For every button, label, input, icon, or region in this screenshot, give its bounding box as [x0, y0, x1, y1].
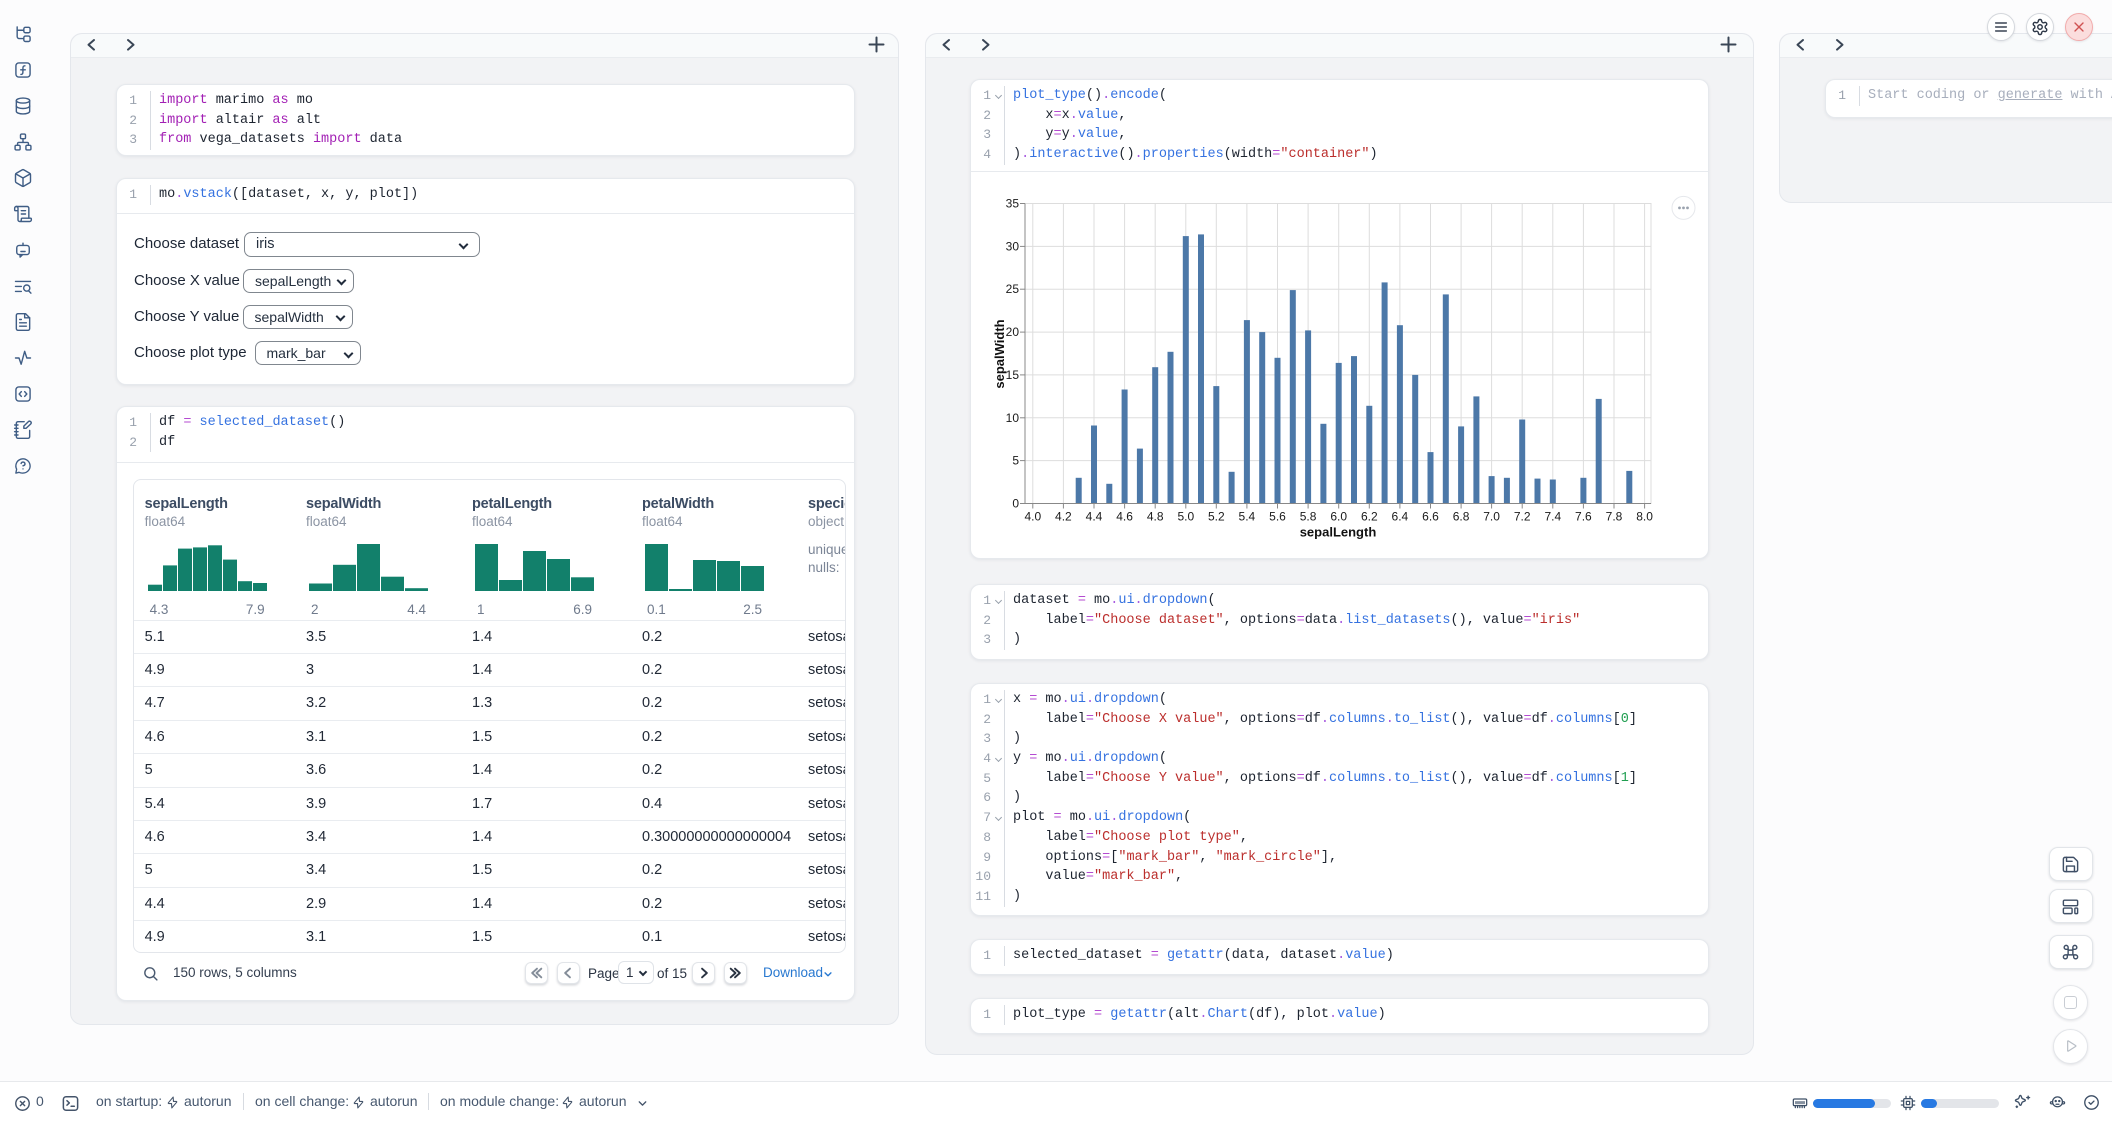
svg-text:7.4: 7.4	[1544, 510, 1561, 524]
svg-text:6.8: 6.8	[1453, 510, 1470, 524]
svg-text:6.6: 6.6	[1422, 510, 1439, 524]
svg-text:7.2: 7.2	[1514, 510, 1531, 524]
svg-text:4.6: 4.6	[1116, 510, 1133, 524]
svg-text:6.0: 6.0	[1330, 510, 1347, 524]
svg-text:35: 35	[1006, 197, 1020, 211]
svg-text:5.6: 5.6	[1269, 510, 1286, 524]
svg-text:4.8: 4.8	[1147, 510, 1164, 524]
svg-text:sepalLength: sepalLength	[1300, 525, 1377, 540]
svg-text:20: 20	[1006, 325, 1020, 339]
svg-text:7.0: 7.0	[1483, 510, 1500, 524]
svg-text:6.4: 6.4	[1392, 510, 1409, 524]
svg-text:5.4: 5.4	[1239, 510, 1256, 524]
svg-text:4.2: 4.2	[1055, 510, 1072, 524]
svg-text:7.8: 7.8	[1606, 510, 1623, 524]
svg-text:5.8: 5.8	[1300, 510, 1317, 524]
svg-text:sepalWidth: sepalWidth	[992, 319, 1007, 388]
svg-text:6.2: 6.2	[1361, 510, 1378, 524]
svg-text:5.2: 5.2	[1208, 510, 1225, 524]
svg-text:25: 25	[1006, 282, 1020, 296]
svg-text:0: 0	[1012, 497, 1019, 511]
svg-text:8.0: 8.0	[1636, 510, 1653, 524]
svg-text:5: 5	[1012, 454, 1019, 468]
svg-text:7.6: 7.6	[1575, 510, 1592, 524]
svg-text:30: 30	[1006, 239, 1020, 253]
svg-text:15: 15	[1006, 368, 1020, 382]
svg-text:10: 10	[1006, 411, 1020, 425]
svg-text:5.0: 5.0	[1177, 510, 1194, 524]
svg-text:4.0: 4.0	[1024, 510, 1041, 524]
svg-text:4.4: 4.4	[1086, 510, 1103, 524]
